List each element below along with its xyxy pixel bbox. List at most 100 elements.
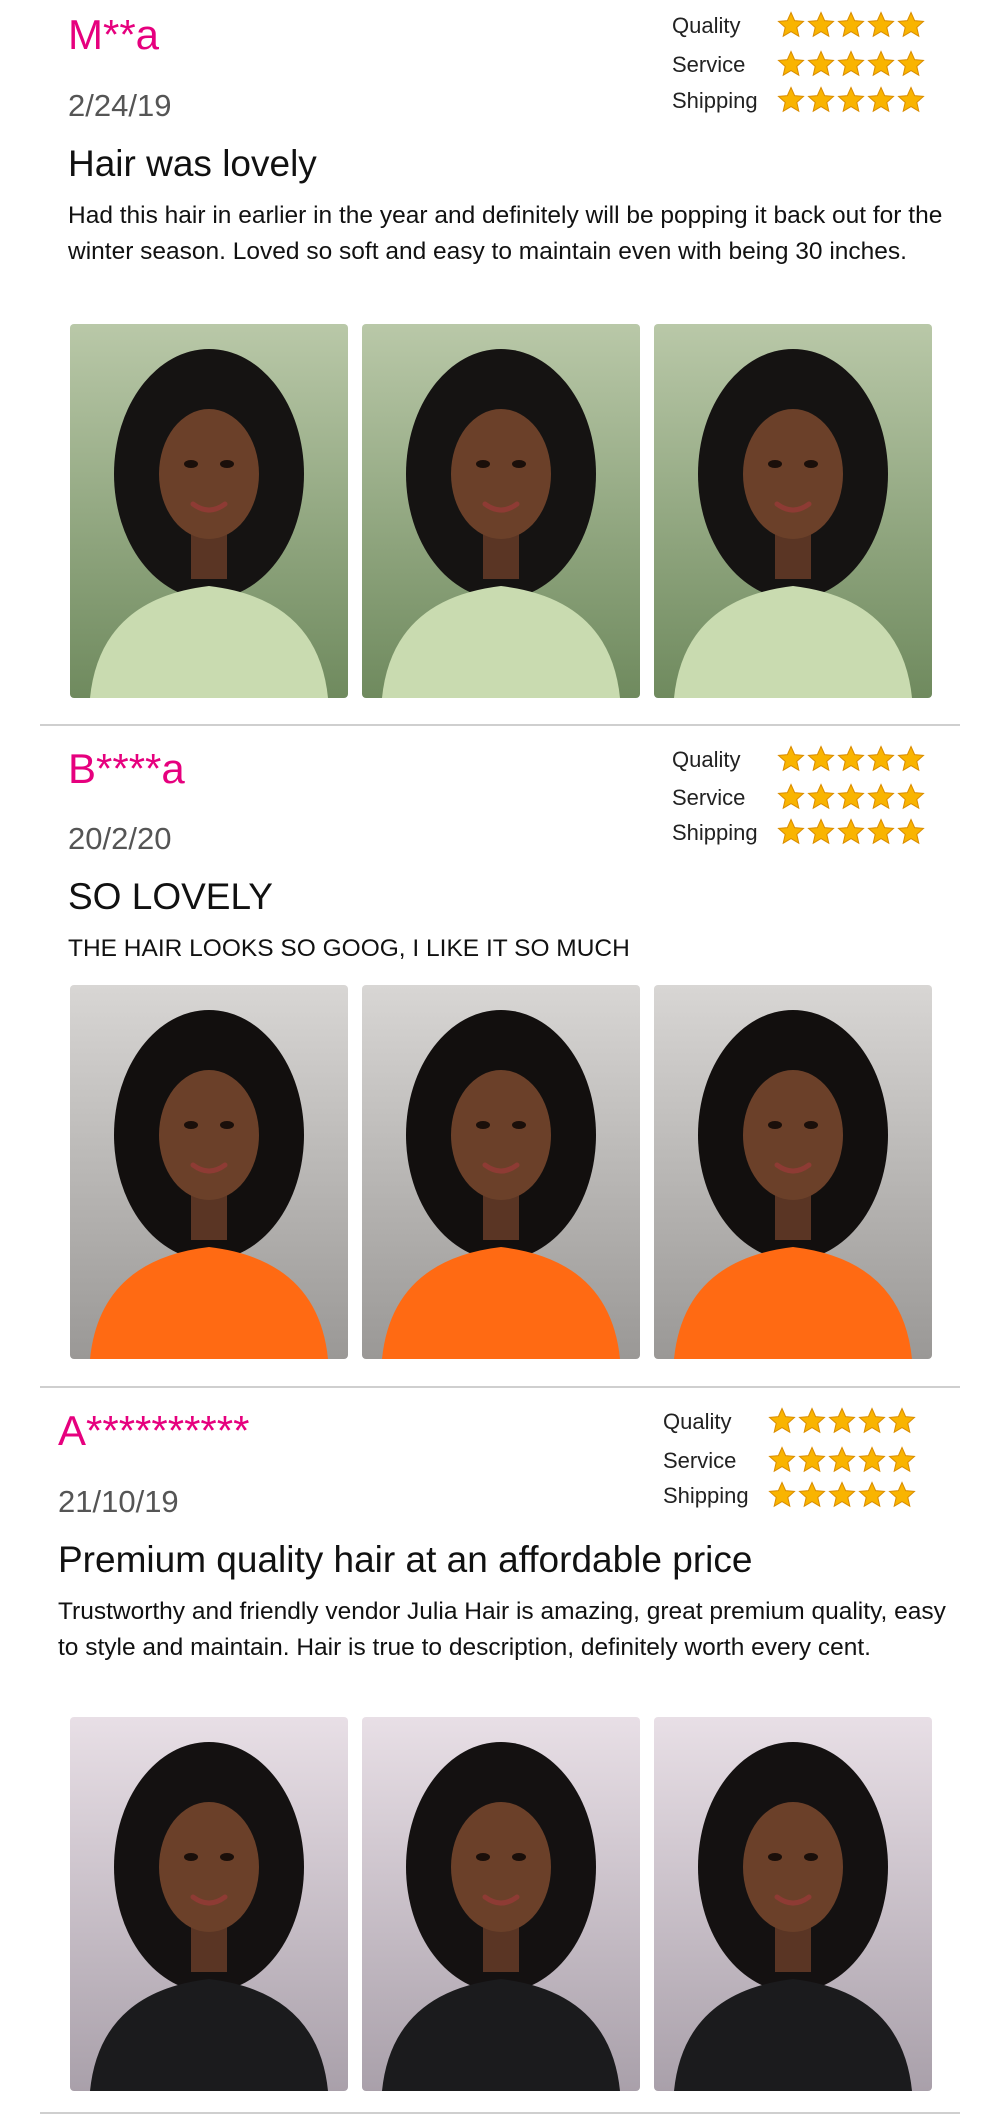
rating-shipping-label: Shipping (663, 1483, 749, 1508)
star-icon (798, 1407, 826, 1434)
star-icon (897, 11, 925, 38)
star-icon (867, 86, 895, 113)
review-title: SO LOVELY (68, 876, 273, 917)
rating-service: Service (663, 1446, 943, 1476)
rating-panel: Quality Service Shipping (663, 1407, 943, 1517)
rating-service-label: Service (663, 1448, 737, 1473)
rating-service: Service (672, 50, 952, 80)
star-icon (837, 50, 865, 77)
star-icon (768, 1407, 796, 1434)
review-photo[interactable] (362, 1717, 640, 2091)
reviewer-name: M**a (68, 11, 160, 58)
star-icon (867, 818, 895, 845)
star-icon (837, 783, 865, 810)
review-body: Had this hair in earlier in the year and… (68, 202, 943, 265)
star-icon (777, 11, 805, 38)
review-photo[interactable] (362, 324, 640, 698)
photo-image (70, 324, 348, 698)
review-photo[interactable] (654, 1717, 932, 2091)
review-card: A********** 21/10/19 Premium quality hai… (0, 1397, 1000, 2117)
star-icon (897, 50, 925, 77)
star-icon (798, 1446, 826, 1473)
star-icon (837, 745, 865, 772)
star-rating (777, 11, 927, 41)
review-photo[interactable] (70, 1717, 348, 2091)
photo-image (362, 324, 640, 698)
rating-service-label: Service (672, 52, 746, 77)
star-icon (768, 1481, 796, 1508)
review-photos (70, 1717, 932, 2091)
star-rating (777, 86, 927, 116)
star-icon (777, 783, 805, 810)
star-icon (807, 783, 835, 810)
star-rating (768, 1407, 918, 1437)
review-photo[interactable] (654, 985, 932, 1359)
star-icon (858, 1446, 886, 1473)
star-rating (777, 745, 927, 775)
star-rating (777, 783, 927, 813)
rating-quality: Quality (663, 1407, 943, 1437)
star-rating (768, 1446, 918, 1476)
star-icon (837, 818, 865, 845)
star-icon (807, 50, 835, 77)
star-icon (828, 1481, 856, 1508)
review-card: M**a 2/24/19 Hair was lovely Had this ha… (0, 0, 1000, 725)
photo-image (362, 985, 640, 1359)
star-icon (897, 818, 925, 845)
photo-image (654, 324, 932, 698)
review-photo[interactable] (654, 324, 932, 698)
rating-panel: Quality Service Shipping (672, 11, 952, 121)
star-icon (828, 1446, 856, 1473)
review-divider (40, 1386, 960, 1388)
star-icon (858, 1407, 886, 1434)
review-photo[interactable] (70, 985, 348, 1359)
star-icon (867, 783, 895, 810)
review-body: Trustworthy and friendly vendor Julia Ha… (58, 1598, 946, 1661)
star-icon (837, 11, 865, 38)
rating-shipping: Shipping (672, 86, 952, 116)
rating-quality-label: Quality (672, 13, 741, 38)
star-icon (807, 745, 835, 772)
review-divider (40, 2112, 960, 2114)
review-photo[interactable] (70, 324, 348, 698)
review-date: 20/2/20 (68, 821, 172, 856)
star-icon (777, 818, 805, 845)
review-body: THE HAIR LOOKS SO GOOG, I LIKE IT SO MUC… (68, 935, 630, 962)
photo-image (654, 1717, 932, 2091)
rating-shipping-label: Shipping (672, 820, 758, 845)
star-icon (807, 11, 835, 38)
star-icon (777, 50, 805, 77)
review-photos (70, 985, 932, 1359)
star-icon (888, 1407, 916, 1434)
rating-quality: Quality (672, 11, 952, 41)
star-icon (897, 745, 925, 772)
star-icon (807, 818, 835, 845)
review-card: B****a 20/2/20 SO LOVELY THE HAIR LOOKS … (0, 735, 1000, 1385)
review-photo[interactable] (362, 985, 640, 1359)
review-title: Premium quality hair at an affordable pr… (58, 1539, 753, 1580)
rating-quality-label: Quality (672, 747, 741, 772)
star-icon (897, 86, 925, 113)
star-rating (777, 818, 927, 848)
star-icon (777, 745, 805, 772)
rating-shipping-label: Shipping (672, 88, 758, 113)
review-date: 2/24/19 (68, 88, 172, 123)
review-divider (40, 724, 960, 726)
reviewer-name: A********** (58, 1407, 250, 1454)
star-icon (807, 86, 835, 113)
review-title: Hair was lovely (68, 143, 317, 184)
rating-service-label: Service (672, 785, 746, 810)
star-icon (768, 1446, 796, 1473)
star-icon (897, 783, 925, 810)
review-photos (70, 324, 932, 698)
reviewer-name: B****a (68, 745, 185, 792)
star-icon (867, 11, 895, 38)
star-icon (867, 50, 895, 77)
star-icon (828, 1407, 856, 1434)
star-icon (798, 1481, 826, 1508)
star-icon (777, 86, 805, 113)
rating-quality: Quality (672, 745, 952, 775)
star-icon (888, 1481, 916, 1508)
star-icon (888, 1446, 916, 1473)
star-rating (768, 1481, 918, 1511)
